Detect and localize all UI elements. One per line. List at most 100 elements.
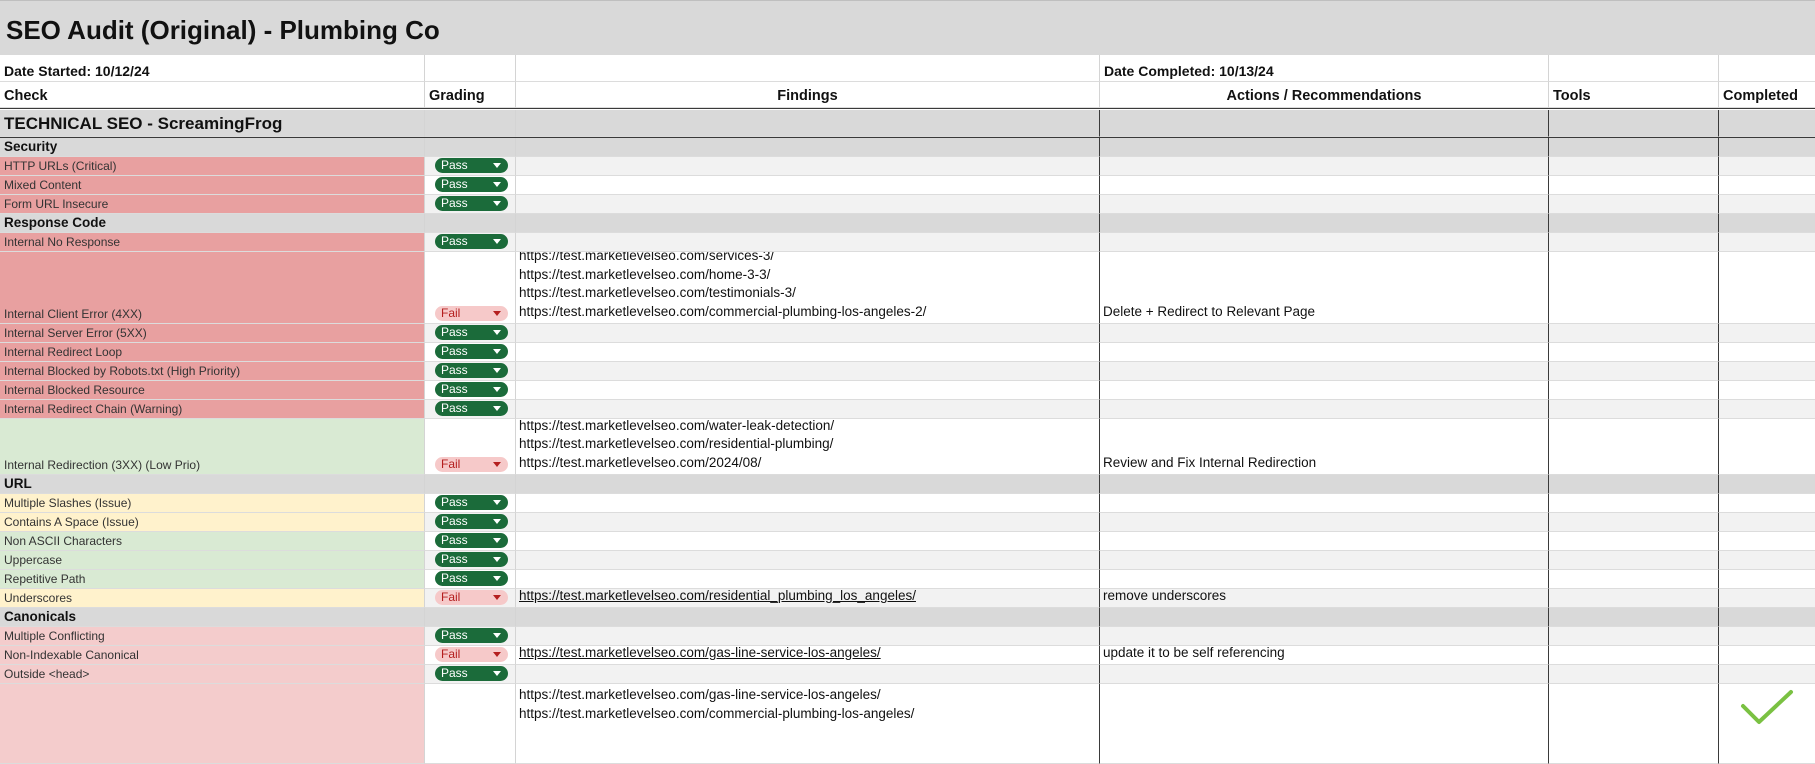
check-internal-server-error[interactable]: Internal Server Error (5XX)	[0, 324, 425, 343]
tools-cell[interactable]	[1549, 608, 1719, 627]
findings-cell[interactable]: https://test.marketlevelseo.com/water-le…	[516, 419, 1100, 475]
check-internal-client-error[interactable]: Internal Client Error (4XX)	[0, 252, 425, 324]
actions-cell[interactable]	[1100, 475, 1549, 494]
check-http-urls[interactable]: HTTP URLs (Critical)	[0, 157, 425, 176]
tools-cell[interactable]	[1549, 532, 1719, 551]
findings-cell[interactable]: https://test.marketlevelseo.com/services…	[516, 252, 1100, 324]
header-check[interactable]: Check	[0, 82, 425, 108]
completed-cell[interactable]	[1719, 362, 1815, 381]
grade-fail-dropdown[interactable]: Fail	[435, 457, 508, 472]
completed-cell[interactable]	[1719, 419, 1815, 475]
findings-cell[interactable]: https://test.marketlevelseo.com/resident…	[516, 589, 1100, 608]
tools-cell[interactable]	[1549, 233, 1719, 252]
grade-pass-dropdown[interactable]: Pass	[435, 495, 508, 510]
actions-cell[interactable]	[1100, 665, 1549, 684]
grading-cell[interactable]: Pass	[425, 176, 516, 195]
actions-cell[interactable]	[1100, 157, 1549, 176]
check-form-url-insecure[interactable]: Form URL Insecure	[0, 195, 425, 214]
grade-pass-dropdown[interactable]: Pass	[435, 158, 508, 173]
actions-cell[interactable]: Delete + Redirect to Relevant Page	[1100, 252, 1549, 324]
actions-cell[interactable]	[1100, 381, 1549, 400]
grading-cell[interactable]: Pass	[425, 627, 516, 646]
completed-cell[interactable]	[1719, 589, 1815, 608]
grading-cell[interactable]: Pass	[425, 513, 516, 532]
completed-cell[interactable]	[1719, 252, 1815, 324]
tools-cell[interactable]	[1549, 195, 1719, 214]
findings-cell[interactable]	[516, 532, 1100, 551]
grade-pass-dropdown[interactable]: Pass	[435, 533, 508, 548]
tools-cell[interactable]	[1549, 646, 1719, 665]
grading-cell[interactable]: Pass	[425, 157, 516, 176]
grade-pass-dropdown[interactable]: Pass	[435, 514, 508, 529]
check-non-ascii[interactable]: Non ASCII Characters	[0, 532, 425, 551]
category-response-code[interactable]: Response Code	[0, 214, 425, 233]
completed-cell[interactable]	[1719, 475, 1815, 494]
actions-cell[interactable]	[1100, 608, 1549, 627]
grading-cell[interactable]: Fail	[425, 589, 516, 608]
actions-cell[interactable]: Review and Fix Internal Redirection	[1100, 419, 1549, 475]
grading-cell[interactable]: Pass	[425, 400, 516, 419]
header-actions[interactable]: Actions / Recommendations	[1100, 82, 1549, 108]
category-security[interactable]: Security	[0, 138, 425, 157]
grade-pass-dropdown[interactable]: Pass	[435, 401, 508, 416]
check-repetitive-path[interactable]: Repetitive Path	[0, 570, 425, 589]
grading-cell[interactable]: Pass	[425, 494, 516, 513]
grading-cell[interactable]: Pass	[425, 381, 516, 400]
tools-cell[interactable]	[1549, 475, 1719, 494]
actions-cell[interactable]	[1100, 343, 1549, 362]
grading-cell[interactable]: Pass	[425, 324, 516, 343]
completed-cell[interactable]	[1719, 381, 1815, 400]
actions-cell[interactable]	[1100, 627, 1549, 646]
check-contains-space[interactable]: Contains A Space (Issue)	[0, 513, 425, 532]
actions-cell[interactable]: remove underscores	[1100, 589, 1549, 608]
grading-cell[interactable]: Pass	[425, 195, 516, 214]
grade-fail-dropdown[interactable]: Fail	[435, 306, 508, 321]
grade-pass-dropdown[interactable]: Pass	[435, 382, 508, 397]
completed-cell[interactable]	[1719, 570, 1815, 589]
findings-cell[interactable]	[516, 665, 1100, 684]
findings-cell[interactable]	[516, 195, 1100, 214]
actions-cell[interactable]	[1100, 195, 1549, 214]
tools-cell[interactable]	[1549, 252, 1719, 324]
tools-cell[interactable]	[1549, 684, 1719, 764]
tools-cell[interactable]	[1549, 400, 1719, 419]
findings-cell[interactable]	[516, 551, 1100, 570]
actions-cell[interactable]	[1100, 494, 1549, 513]
grade-pass-dropdown[interactable]: Pass	[435, 325, 508, 340]
completed-cell[interactable]	[1719, 646, 1815, 665]
check-non-indexable-canonical[interactable]: Non-Indexable Canonical	[0, 646, 425, 665]
findings-cell[interactable]	[516, 400, 1100, 419]
tools-cell[interactable]	[1549, 513, 1719, 532]
tools-cell[interactable]	[1549, 551, 1719, 570]
completed-cell[interactable]	[1719, 608, 1815, 627]
check-internal-blocked-resource[interactable]: Internal Blocked Resource	[0, 381, 425, 400]
grading-cell[interactable]: Pass	[425, 570, 516, 589]
check-uppercase[interactable]: Uppercase	[0, 551, 425, 570]
findings-cell[interactable]: https://test.marketlevelseo.com/gas-line…	[516, 684, 1100, 764]
actions-cell[interactable]	[1100, 138, 1549, 157]
findings-cell[interactable]	[516, 138, 1100, 157]
check-internal-redirect-chain[interactable]: Internal Redirect Chain (Warning)	[0, 400, 425, 419]
tools-cell[interactable]	[1549, 324, 1719, 343]
completed-cell[interactable]	[1719, 684, 1815, 764]
actions-cell[interactable]	[1100, 532, 1549, 551]
findings-cell[interactable]	[516, 176, 1100, 195]
completed-cell[interactable]	[1719, 214, 1815, 233]
tools-cell[interactable]	[1549, 138, 1719, 157]
grading-cell[interactable]: Pass	[425, 665, 516, 684]
tools-cell[interactable]	[1549, 381, 1719, 400]
grade-pass-dropdown[interactable]: Pass	[435, 628, 508, 643]
tools-cell[interactable]	[1549, 570, 1719, 589]
check-internal-no-response[interactable]: Internal No Response	[0, 233, 425, 252]
grading-cell[interactable]: Fail	[425, 646, 516, 665]
header-findings[interactable]: Findings	[516, 82, 1100, 108]
finding-urls[interactable]: https://test.marketlevelseo.com/resident…	[519, 589, 916, 603]
header-tools[interactable]: Tools	[1549, 82, 1719, 108]
grading-cell[interactable]: Pass	[425, 233, 516, 252]
tools-cell[interactable]	[1549, 419, 1719, 475]
tools-cell[interactable]	[1549, 362, 1719, 381]
check-outside-head[interactable]: Outside <head>	[0, 665, 425, 684]
completed-cell[interactable]	[1719, 665, 1815, 684]
findings-cell[interactable]: https://test.marketlevelseo.com/gas-line…	[516, 646, 1100, 665]
actions-cell[interactable]	[1100, 214, 1549, 233]
